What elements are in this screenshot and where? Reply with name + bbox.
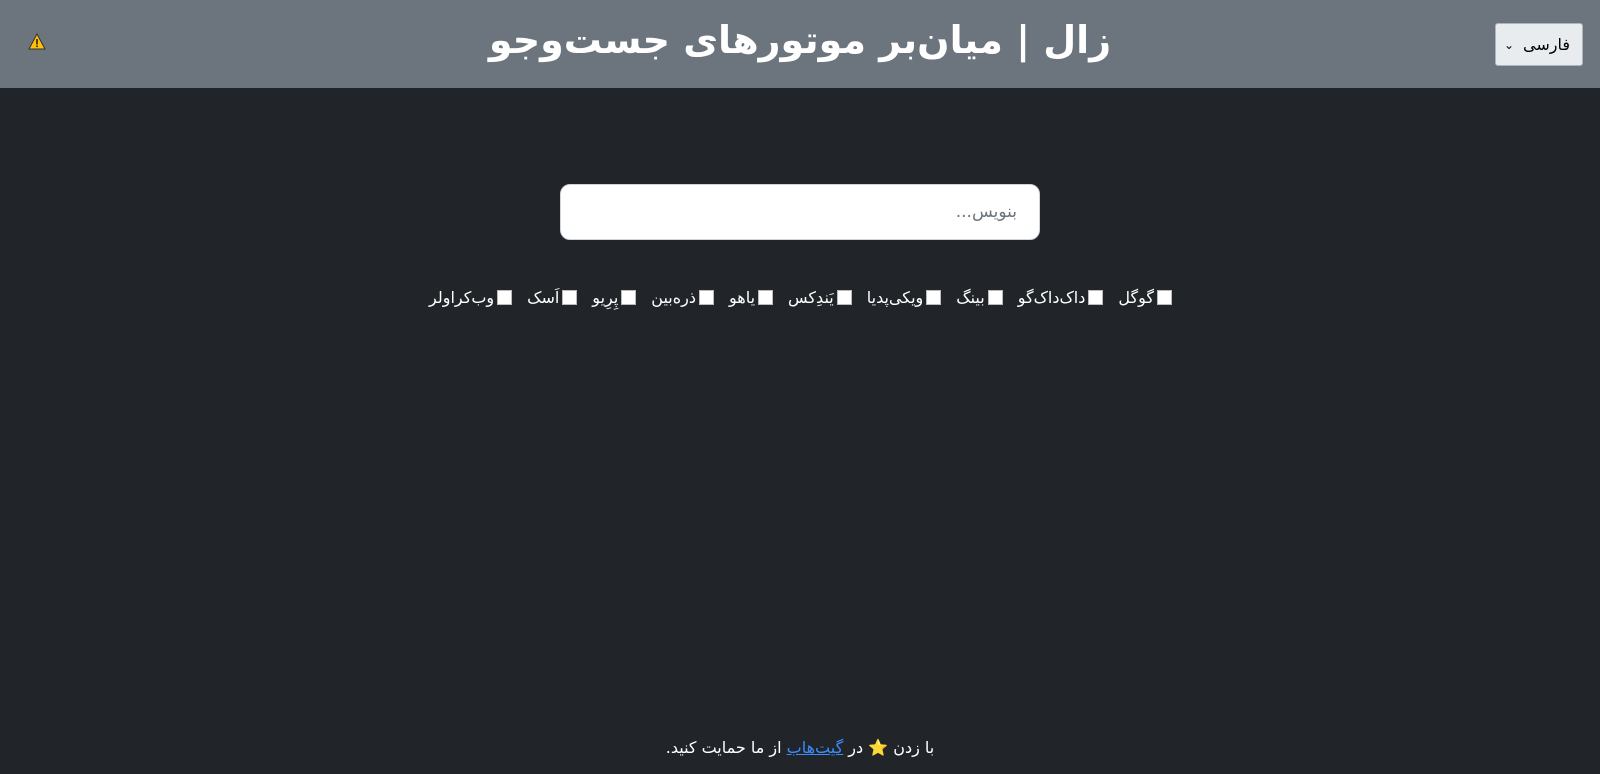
- star-icon: ⭐: [868, 738, 889, 757]
- engine-label: یاهو: [729, 288, 756, 307]
- engine-option-google[interactable]: گوگل: [1118, 288, 1172, 307]
- engine-checkbox[interactable]: [926, 290, 942, 305]
- page-title: زال | میان‌بر موتورهای جست‌وجو: [488, 18, 1112, 62]
- engine-checkbox[interactable]: [562, 290, 578, 305]
- chevron-down-icon: ⌄: [1504, 37, 1515, 52]
- engine-label: یَندِکس: [788, 288, 834, 307]
- footer-text-after: از ما حمایت کنید.: [665, 738, 787, 757]
- engine-label: پِرِیو: [592, 288, 619, 307]
- engine-option-wikipedia[interactable]: ویکی‌پدیا: [866, 288, 942, 307]
- engine-option-duckduckgo[interactable]: داک‌داک‌گو: [1017, 288, 1104, 307]
- engine-list: گوگل داک‌داک‌گو بینگ ویکی‌پدیا یَندِکس ی…: [0, 288, 1600, 307]
- github-link[interactable]: گیت‌هاب: [787, 738, 844, 757]
- engine-option-yandex[interactable]: یَندِکس: [788, 288, 852, 307]
- footer-support-text: با زدن ⭐ در گیت‌هاب از ما حمایت کنید.: [0, 738, 1600, 757]
- engine-option-webcrawler[interactable]: وب‌کراولر: [429, 288, 513, 307]
- engine-checkbox[interactable]: [699, 290, 714, 305]
- footer-text-before: با زدن: [888, 738, 935, 757]
- engine-checkbox[interactable]: [621, 290, 637, 305]
- engine-label: گوگل: [1118, 288, 1154, 307]
- engine-checkbox[interactable]: [1157, 290, 1172, 305]
- engine-checkbox[interactable]: [497, 290, 513, 305]
- language-select[interactable]: فارسی ⌄: [1495, 23, 1583, 66]
- engine-label: ذره‌بین: [651, 288, 696, 307]
- header-bar: زال | میان‌بر موتورهای جست‌وجو فارسی ⌄: [0, 0, 1600, 88]
- engine-checkbox[interactable]: [987, 290, 1003, 305]
- footer-text-middle: در: [843, 738, 869, 757]
- engine-checkbox[interactable]: [1088, 290, 1104, 305]
- engine-option-perplexity[interactable]: پِرِیو: [592, 288, 637, 307]
- search-input[interactable]: [560, 184, 1040, 240]
- engine-checkbox[interactable]: [758, 290, 774, 305]
- engine-label: ویکی‌پدیا: [866, 288, 924, 307]
- engine-option-bing[interactable]: بینگ: [956, 288, 1003, 307]
- engine-label: بینگ: [956, 288, 985, 307]
- engine-label: داک‌داک‌گو: [1017, 288, 1086, 307]
- engine-label: وب‌کراولر: [429, 288, 495, 307]
- engine-checkbox[interactable]: [836, 290, 852, 305]
- engine-option-zarebin[interactable]: ذره‌بین: [651, 288, 714, 307]
- engine-option-yahoo[interactable]: یاهو: [729, 288, 774, 307]
- engine-label: اَسک: [527, 288, 560, 307]
- engine-option-ask[interactable]: اَسک: [527, 288, 578, 307]
- language-select-value: فارسی: [1523, 35, 1570, 54]
